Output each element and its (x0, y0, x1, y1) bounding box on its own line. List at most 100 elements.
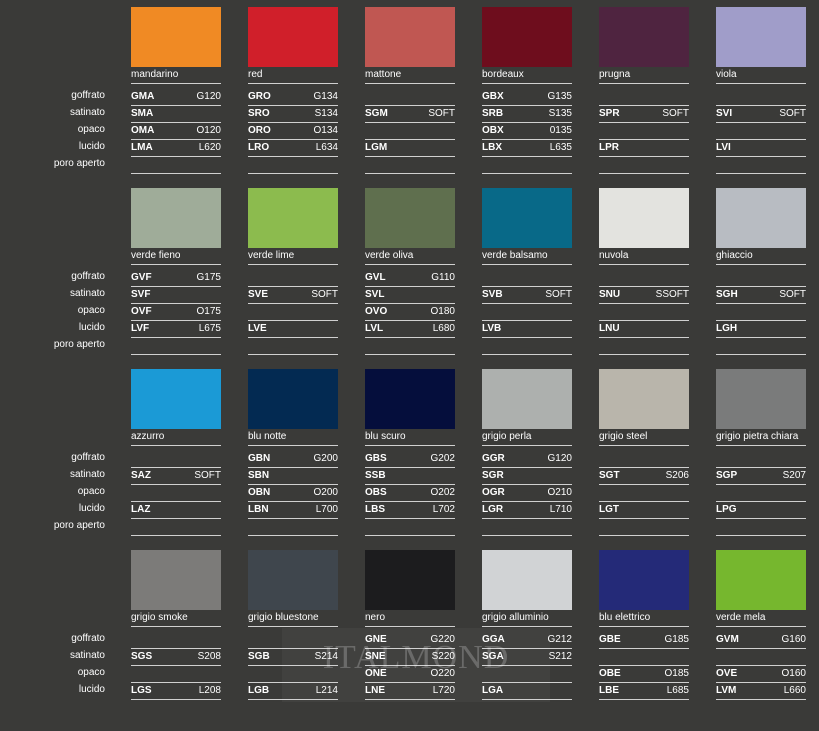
finish-row (599, 89, 689, 106)
finish-row (365, 157, 455, 174)
finish-row (599, 485, 689, 502)
finish-row: GBN G200 (248, 451, 338, 468)
finish-code: SNU (599, 289, 621, 300)
finish-value: L700 (315, 504, 338, 515)
color-swatch (599, 550, 689, 610)
finish-value: G160 (781, 634, 806, 645)
finish-labels: goffrato satinato opaco lucido (0, 630, 105, 698)
color-name: red (248, 67, 338, 84)
finish-row: LGR L710 (482, 502, 572, 519)
finish-value: G212 (547, 634, 572, 645)
color-swatch (482, 369, 572, 429)
finish-value: G200 (313, 453, 338, 464)
color-column: blu notte GBN G200 SBN OBN O200 LBN L700 (248, 369, 338, 536)
finish-value: O200 (313, 487, 338, 498)
color-column: bordeaux GBX G135 SRB S135 OBX 0135 LBX L635 (482, 7, 572, 174)
finish-row: LGM (365, 140, 455, 157)
finish-row (716, 123, 806, 140)
finish-value: L685 (666, 685, 689, 696)
finish-value: L208 (198, 685, 221, 696)
color-swatch (482, 7, 572, 67)
finish-row (599, 304, 689, 321)
color-column: red GRO G134 SRO S134 ORO O134 LRO L634 (248, 7, 338, 174)
finish-row (599, 649, 689, 666)
finish-code: LGM (365, 142, 388, 153)
finish-row: OVO O180 (365, 304, 455, 321)
color-name: grigio pietra chiara (716, 429, 806, 446)
finish-code: LVF (131, 323, 150, 334)
color-column: azzurro SAZ SOFT LAZ (131, 369, 221, 536)
finish-label: goffrato (71, 271, 105, 282)
finish-value: G135 (547, 91, 572, 102)
color-swatch (599, 7, 689, 67)
color-name: verde mela (716, 610, 806, 627)
color-swatch (716, 369, 806, 429)
finish-value: O210 (547, 487, 572, 498)
finish-row: GGR G120 (482, 451, 572, 468)
finish-value: SOFT (545, 289, 572, 300)
finish-row: SAZ SOFT (131, 468, 221, 485)
color-name: grigio perla (482, 429, 572, 446)
finish-code: LBS (365, 504, 385, 515)
color-column: grigio pietra chiara SGP S207 LPG (716, 369, 806, 536)
finish-code: GBN (248, 453, 271, 464)
finish-value: SOFT (779, 108, 806, 119)
finish-code: LAZ (131, 504, 151, 515)
finish-row: LGT (599, 502, 689, 519)
finish-value: L702 (432, 504, 455, 515)
finish-code: SRO (248, 108, 270, 119)
finish-value: SOFT (662, 108, 689, 119)
finish-row: LNU (599, 321, 689, 338)
finish-row: OVF O175 (131, 304, 221, 321)
finish-label: goffrato (71, 452, 105, 463)
finish-code: SMA (131, 108, 154, 119)
finish-row (716, 451, 806, 468)
finish-code: SGB (248, 651, 270, 662)
color-column: blu scuro GBS G202 SSB OBS O202 LBS L702 (365, 369, 455, 536)
finish-row (248, 519, 338, 536)
finish-code: OBX (482, 125, 504, 136)
finish-row (716, 649, 806, 666)
finish-row (482, 338, 572, 355)
finish-code: LVM (716, 685, 737, 696)
color-block: goffrato satinato opaco lucido poro aperto az… (0, 369, 819, 550)
finish-row: GBX G135 (482, 89, 572, 106)
finish-code: OVF (131, 306, 152, 317)
finish-value: O185 (664, 668, 689, 679)
finish-value: O202 (430, 487, 455, 498)
finish-code: OMA (131, 125, 155, 136)
finish-row: LPG (716, 502, 806, 519)
finish-code: LMA (131, 142, 153, 153)
finish-row (716, 270, 806, 287)
finish-label: opaco (77, 124, 105, 135)
finish-row (248, 270, 338, 287)
color-swatch (365, 550, 455, 610)
finish-code: SGM (365, 108, 388, 119)
finish-code: OBS (365, 487, 387, 498)
color-name: verde fieno (131, 248, 221, 265)
finish-value: L620 (198, 142, 221, 153)
finish-code: ORO (248, 125, 271, 136)
finish-labels: goffrato satinato opaco lucido poro aperto (0, 87, 105, 172)
finish-row: SNU SSOFT (599, 287, 689, 304)
finish-value: O134 (313, 125, 338, 136)
finish-row: LAZ (131, 502, 221, 519)
finish-label: opaco (77, 486, 105, 497)
finish-label: lucido (78, 684, 105, 695)
color-name: nero (365, 610, 455, 627)
color-column: verde lime SVE SOFT LVE (248, 188, 338, 355)
finish-label: satinato (69, 107, 105, 118)
finish-value: O120 (196, 125, 221, 136)
finish-row: LPR (599, 140, 689, 157)
finish-code: LBE (599, 685, 619, 696)
finish-row: SVL (365, 287, 455, 304)
finish-row: LGH (716, 321, 806, 338)
finish-row: OBN O200 (248, 485, 338, 502)
color-name: blu elettrico (599, 610, 689, 627)
finish-label: satinato (69, 288, 105, 299)
color-column: grigio steel SGT S206 LGT (599, 369, 689, 536)
finish-code: LGB (248, 685, 270, 696)
finish-value: G134 (313, 91, 338, 102)
finish-row: SRO S134 (248, 106, 338, 123)
color-name: ghiaccio (716, 248, 806, 265)
